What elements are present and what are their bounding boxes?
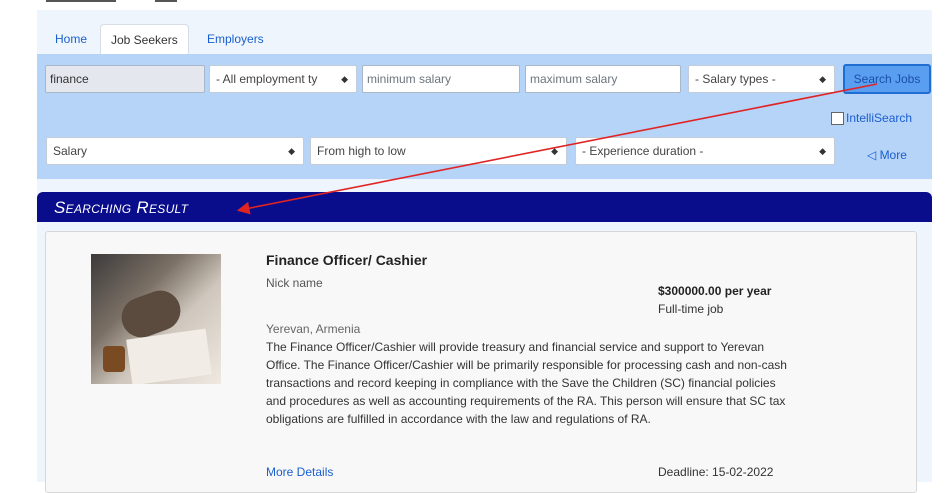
main-container: Home Job Seekers Employers finance - All… (37, 10, 932, 493)
company-name: Nick name (266, 276, 323, 290)
top-divider (46, 0, 116, 2)
job-thumbnail (91, 254, 221, 384)
experience-select[interactable]: - Experience duration - ◆ (575, 137, 835, 165)
salary-types-value: - Salary types - (695, 72, 776, 86)
keyword-input[interactable]: finance (45, 65, 205, 93)
tab-home[interactable]: Home (45, 24, 97, 54)
select-arrow-icon: ◆ (341, 74, 348, 84)
min-salary-placeholder: minimum salary (367, 72, 452, 86)
job-deadline: Deadline: 15-02-2022 (658, 465, 774, 479)
sort-order-value: From high to low (317, 144, 406, 158)
tab-employers[interactable]: Employers (197, 24, 274, 54)
more-details-link[interactable]: More Details (266, 465, 333, 479)
search-panel: finance - All employment ty ◆ minimum sa… (37, 54, 932, 179)
select-arrow-icon: ◆ (819, 74, 826, 84)
results-header: Searching Result (37, 192, 932, 222)
select-arrow-icon: ◆ (819, 146, 826, 156)
employment-type-value: - All employment ty (216, 72, 318, 86)
job-type: Full-time job (658, 302, 724, 316)
tab-job-seekers[interactable]: Job Seekers (100, 24, 189, 54)
result-card: Finance Officer/ Cashier Nick name $3000… (45, 231, 917, 493)
max-salary-placeholder: maximum salary (530, 72, 618, 86)
intellisearch-label: IntelliSearch (846, 111, 913, 125)
job-title[interactable]: Finance Officer/ Cashier (266, 252, 427, 268)
job-location: Yerevan, Armenia (266, 322, 361, 336)
top-divider-2 (155, 0, 177, 2)
job-description: The Finance Officer/Cashier will provide… (266, 340, 787, 426)
sort-field-select[interactable]: Salary ◆ (46, 137, 304, 165)
job-salary: $300000.00 per year (658, 284, 772, 298)
nav-tabs: Home Job Seekers Employers (37, 24, 932, 54)
salary-types-select[interactable]: - Salary types - ◆ (688, 65, 835, 93)
search-jobs-button[interactable]: Search Jobs (843, 64, 931, 94)
max-salary-input[interactable]: maximum salary (525, 65, 681, 93)
sort-order-select[interactable]: From high to low ◆ (310, 137, 567, 165)
intellisearch-checkbox[interactable]: IntelliSearch (831, 111, 912, 125)
experience-value: - Experience duration - (582, 144, 704, 158)
more-filters-link[interactable]: ◁ More (867, 148, 907, 162)
employment-type-select[interactable]: - All employment ty ◆ (209, 65, 357, 93)
select-arrow-icon: ◆ (551, 146, 558, 156)
checkbox-icon (831, 111, 844, 125)
min-salary-input[interactable]: minimum salary (362, 65, 520, 93)
select-arrow-icon: ◆ (288, 146, 295, 156)
sort-field-value: Salary (53, 144, 88, 158)
